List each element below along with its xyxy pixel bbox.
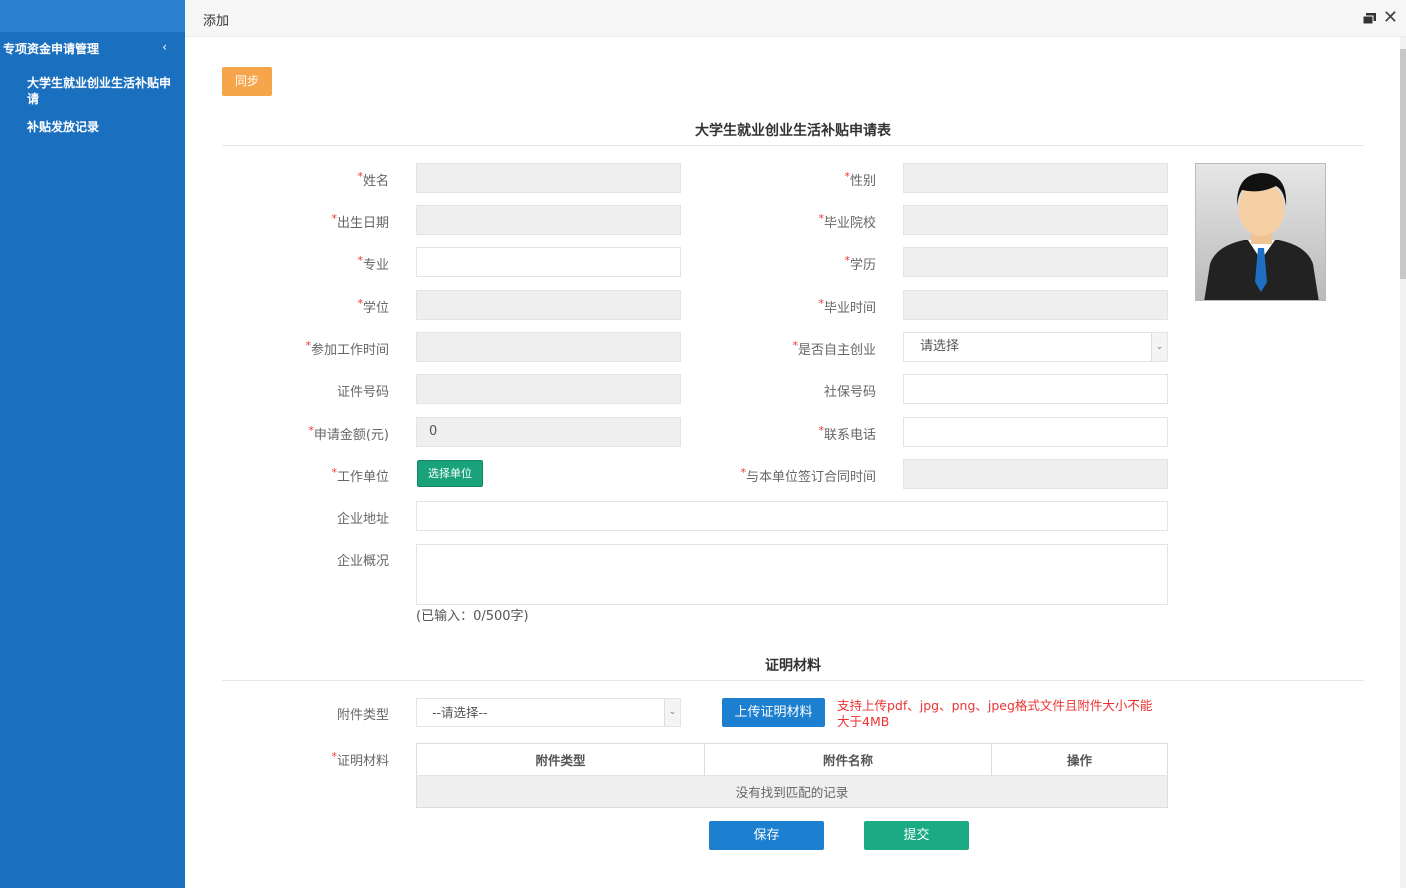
company-address-field[interactable] [416,501,1168,531]
table-header-actions: 操作 [991,743,1168,776]
sidebar-item-subsidy-records[interactable]: 补贴发放记录 [27,119,172,135]
amount-field[interactable]: 0 [416,417,681,447]
proof-section-title: 证明材料 [765,658,821,674]
degree-field[interactable] [416,290,681,320]
attachment-type-select[interactable]: --请选择-- ⌄ [416,698,681,727]
work-start-label: *参加工作时间 [305,339,389,358]
chevron-down-icon[interactable]: ⌄ [664,699,680,726]
self-employed-label: *是否自主创业 [792,339,876,358]
gender-field[interactable] [903,163,1168,193]
name-label: *姓名 [357,170,389,189]
contract-time-field[interactable] [903,459,1168,489]
modal-header: 添加 ✕ [185,0,1406,37]
select-employer-button[interactable]: 选择单位 [417,460,483,487]
upload-hint: 支持上传pdf、jpg、png、jpeg格式文件且附件大小不能大于4MB [837,698,1153,729]
char-counter: (已输入：0/500字) [416,609,529,624]
social-security-field[interactable] [903,374,1168,404]
close-icon[interactable]: ✕ [1383,8,1398,28]
major-label: *专业 [357,254,389,273]
education-field[interactable] [903,247,1168,277]
proof-divider [222,680,1364,681]
sync-button[interactable]: 同步 [222,67,272,96]
education-label: *学历 [844,254,876,273]
table-row: 没有找到匹配的记录 [416,775,1168,808]
amount-label: *申请金额(元) [308,424,389,443]
sidebar-item-subsidy-application[interactable]: 大学生就业创业生活补贴申请 [27,75,172,107]
scrollbar-thumb[interactable] [1400,49,1406,279]
grad-time-label: *毕业时间 [818,297,876,316]
table-empty-message: 没有找到匹配的记录 [416,775,1168,808]
table-header-row: 附件类型 附件名称 操作 [416,743,1168,776]
table-header-attachment-type[interactable]: 附件类型 [416,743,705,776]
phone-field[interactable] [903,417,1168,447]
upload-proof-button[interactable]: 上传证明材料 [722,698,825,727]
submit-button[interactable]: 提交 [864,821,969,850]
proof-materials-label: *证明材料 [331,750,389,769]
school-label: *毕业院校 [818,212,876,231]
birth-date-label: *出生日期 [331,212,389,231]
self-employed-selected: 请选择 [920,339,960,354]
chevron-left-icon[interactable]: ‹ [162,40,167,54]
table-header-attachment-name[interactable]: 附件名称 [704,743,992,776]
sidebar-group-special-funds[interactable]: 专项资金申请管理 ‹ [0,40,185,58]
grad-time-field[interactable] [903,290,1168,320]
id-number-label: 证件号码 [336,385,389,400]
company-overview-label: 企业概况 [336,554,389,569]
modal-title: 添加 [203,14,230,29]
sidebar: 专项资金申请管理 ‹ 大学生就业创业生活补贴申请 补贴发放记录 [0,0,185,888]
employer-label: *工作单位 [331,466,389,485]
degree-label: *学位 [357,297,389,316]
id-number-field[interactable] [416,374,681,404]
company-address-label: 企业地址 [336,512,389,527]
avatar[interactable] [1195,163,1326,301]
form-divider [222,145,1364,146]
attachment-type-label: 附件类型 [336,708,389,723]
proof-table: 附件类型 附件名称 操作 没有找到匹配的记录 [416,743,1168,808]
major-field[interactable] [416,247,681,277]
restore-icon[interactable] [1363,13,1376,24]
contract-time-label: *与本单位签订合同时间 [740,466,876,485]
phone-label: *联系电话 [818,424,876,443]
name-field[interactable] [416,163,681,193]
attachment-type-selected: --请选择-- [432,705,488,720]
sidebar-group-label: 专项资金申请管理 [3,42,100,56]
work-start-field[interactable] [416,332,681,362]
self-employed-select[interactable]: 请选择 ⌄ [903,332,1168,362]
person-avatar-icon [1196,164,1325,300]
social-security-label: 社保号码 [823,385,876,400]
gender-label: *性别 [844,170,876,189]
sidebar-top-strip [0,0,185,32]
company-overview-textarea[interactable] [416,544,1168,605]
birth-date-field[interactable] [416,205,681,235]
chevron-down-icon[interactable]: ⌄ [1151,333,1167,361]
vertical-scrollbar[interactable] [1400,37,1406,888]
school-field[interactable] [903,205,1168,235]
form-title: 大学生就业创业生活补贴申请表 [695,123,891,139]
save-button[interactable]: 保存 [709,821,824,850]
